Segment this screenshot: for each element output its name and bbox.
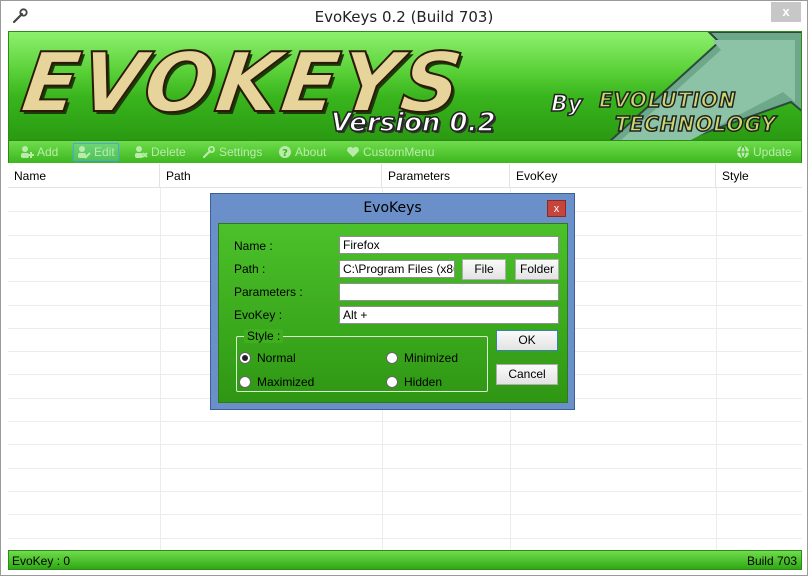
- list-row-divider: [8, 490, 802, 492]
- edit-dialog: EvoKeys x Name : Firefox Path : C:\Progr…: [210, 193, 575, 410]
- list-row-divider: [8, 444, 802, 446]
- app-banner: EVOKEYS Version 0.2 By EVOLUTION TECHNOL…: [8, 31, 802, 141]
- banner-company-line1: EVOLUTION: [598, 87, 737, 113]
- toolbar-custommenu-button[interactable]: CustomMenu: [343, 143, 437, 161]
- radio-unselected-icon: [239, 376, 251, 388]
- toolbar-update-label: Update: [753, 145, 792, 159]
- add-icon: [21, 146, 34, 158]
- radio-unselected-icon: [386, 376, 398, 388]
- style-hidden-radio[interactable]: Hidden: [386, 375, 442, 389]
- delete-icon: [135, 146, 148, 158]
- toolbar-edit-label: Edit: [94, 145, 115, 159]
- banner-version: Version 0.2: [330, 107, 496, 139]
- parameters-input[interactable]: [339, 283, 559, 301]
- toolbar-update-button[interactable]: Update: [733, 143, 795, 161]
- style-hidden-label: Hidden: [404, 375, 443, 389]
- column-header-parameters[interactable]: Parameters: [382, 164, 510, 188]
- style-minimized-label: Minimized: [404, 351, 459, 365]
- globe-icon: [737, 145, 749, 159]
- wrench-icon: [202, 146, 215, 159]
- toolbar-add-label: Add: [37, 145, 59, 159]
- window-close-button[interactable]: x: [771, 2, 801, 22]
- style-normal-label: Normal: [257, 351, 296, 365]
- toolbar-custommenu-label: CustomMenu: [363, 145, 435, 159]
- list-row-divider: [8, 537, 802, 539]
- toolbar-add-button[interactable]: Add: [17, 143, 61, 161]
- path-label: Path :: [234, 262, 266, 276]
- list-header: Name Path Parameters EvoKey Style: [8, 164, 802, 188]
- column-header-name[interactable]: Name: [8, 164, 160, 188]
- dialog-close-button[interactable]: x: [547, 200, 566, 217]
- toolbar-settings-button[interactable]: Settings: [199, 143, 265, 161]
- toolbar-delete-label: Delete: [151, 145, 186, 159]
- radio-unselected-icon: [386, 352, 398, 364]
- ok-button[interactable]: OK: [496, 330, 558, 351]
- list-column-divider: [716, 188, 717, 550]
- edit-icon: [78, 146, 91, 159]
- window-title: EvoKeys 0.2 (Build 703): [314, 8, 494, 26]
- column-header-style[interactable]: Style: [716, 164, 802, 188]
- list-row-divider: [8, 467, 802, 469]
- toolbar-about-label: About: [295, 145, 327, 159]
- name-input[interactable]: Firefox: [339, 236, 559, 254]
- evokey-input[interactable]: Alt +: [339, 306, 559, 324]
- evokey-label: EvoKey :: [234, 308, 283, 322]
- toolbar-edit-button[interactable]: Edit: [73, 143, 119, 161]
- style-group-legend: Style :: [244, 329, 284, 343]
- radio-selected-icon: [239, 352, 251, 364]
- dialog-body: Name : Firefox Path : C:\Program Files (…: [218, 223, 568, 403]
- status-evokey-count: EvoKey : 0: [12, 554, 71, 568]
- heart-icon: [347, 146, 359, 157]
- dialog-title: EvoKeys: [363, 200, 422, 216]
- app-window: EvoKeys 0.2 (Build 703) x EVOKEYS Versio…: [0, 0, 808, 576]
- style-minimized-radio[interactable]: Minimized: [386, 351, 458, 365]
- style-maximized-label: Maximized: [257, 375, 315, 389]
- toolbar: Add Edit Delete Settings ? About CustomM…: [8, 141, 802, 163]
- banner-company-line2: TECHNOLOGY: [614, 111, 777, 137]
- style-group: Style : Normal Minimized Maximized Hidde…: [236, 329, 488, 392]
- list-row-divider: [8, 421, 802, 422]
- folder-button[interactable]: Folder: [515, 259, 559, 280]
- status-bar: EvoKey : 0 Build 703: [8, 550, 802, 570]
- list-column-divider: [160, 188, 161, 550]
- help-icon: ?: [279, 146, 291, 159]
- title-bar: EvoKeys 0.2 (Build 703) x: [1, 1, 807, 31]
- list-row-divider: [8, 514, 802, 516]
- file-button[interactable]: File: [462, 259, 506, 280]
- toolbar-delete-button[interactable]: Delete: [131, 143, 189, 161]
- style-normal-radio[interactable]: Normal: [239, 351, 296, 365]
- column-header-evokey[interactable]: EvoKey: [510, 164, 716, 188]
- svg-text:?: ?: [282, 148, 288, 159]
- banner-by: By: [550, 91, 583, 118]
- column-header-path[interactable]: Path: [160, 164, 382, 188]
- style-maximized-radio[interactable]: Maximized: [239, 375, 314, 389]
- cancel-button[interactable]: Cancel: [496, 364, 558, 385]
- toolbar-about-button[interactable]: ? About: [275, 143, 329, 161]
- status-build: Build 703: [746, 554, 797, 568]
- name-label: Name :: [234, 239, 273, 253]
- path-input[interactable]: C:\Program Files (x86)\: [339, 260, 455, 278]
- parameters-label: Parameters :: [234, 285, 303, 299]
- toolbar-settings-label: Settings: [219, 145, 263, 159]
